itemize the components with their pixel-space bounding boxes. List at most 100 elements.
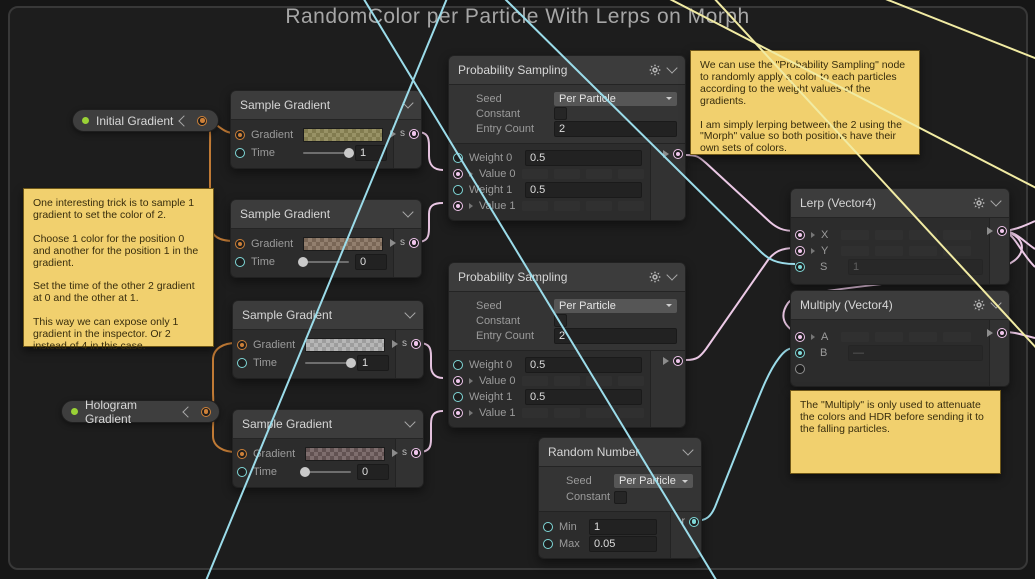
node-header[interactable]: Probability Sampling [449, 263, 685, 292]
seed-dropdown[interactable]: Per Particle [554, 92, 677, 106]
output-port[interactable] [689, 517, 699, 527]
gradient-input-port[interactable] [237, 449, 247, 459]
node-header[interactable]: Random Number [539, 438, 701, 467]
sample-output-port[interactable] [409, 238, 419, 248]
max-input-port[interactable] [543, 539, 553, 549]
chevron-down-icon[interactable] [990, 297, 1001, 308]
node-sample-gradient-2[interactable]: Sample Gradient Gradient Time 0 s [230, 199, 422, 278]
sample-output[interactable]: s [390, 128, 419, 139]
expand-arrow-icon[interactable] [469, 378, 473, 384]
chevron-left-icon[interactable] [179, 115, 190, 126]
output-port[interactable] [673, 149, 683, 159]
sticky-note-bottom-right[interactable]: The "Multiply" is only used to attenuate… [790, 390, 1001, 474]
weight1-field[interactable]: 0.5 [525, 389, 642, 405]
weight1-field[interactable]: 0.5 [525, 182, 642, 198]
weight0-input-port[interactable] [453, 153, 463, 163]
time-slider-handle[interactable] [298, 257, 308, 267]
sticky-note-top-right[interactable]: We can use the "Probability Sampling" no… [690, 50, 920, 155]
node-output[interactable] [663, 149, 683, 159]
node-multiply-vector4[interactable]: Multiply (Vector4) A B — [790, 290, 1010, 387]
node-probability-sampling-1[interactable]: Probability Sampling Seed Per Particle C… [448, 55, 686, 221]
vfx-graph-canvas[interactable]: RandomColor per Particle With Lerps on M… [0, 0, 1035, 579]
time-slider-handle[interactable] [344, 148, 354, 158]
gear-icon[interactable] [649, 271, 661, 283]
weight0-field[interactable]: 0.5 [525, 357, 642, 373]
seed-dropdown[interactable]: Per Particle [614, 474, 693, 488]
time-input-port[interactable] [235, 148, 245, 158]
entry-count-field[interactable]: 2 [554, 121, 677, 137]
gradient-input-port[interactable] [235, 239, 245, 249]
sample-output[interactable]: s [392, 447, 421, 458]
gradient-output-port[interactable] [197, 116, 207, 126]
node-probability-sampling-2[interactable]: Probability Sampling Seed Per Particle C… [448, 262, 686, 428]
node-header[interactable]: Sample Gradient [231, 91, 421, 120]
time-value-field[interactable]: 0 [357, 464, 389, 480]
value1-input-port[interactable] [453, 201, 463, 211]
node-header[interactable]: Multiply (Vector4) [791, 291, 1009, 320]
x-input-port[interactable] [795, 230, 805, 240]
node-output[interactable]: r [682, 516, 699, 527]
value0-input-port[interactable] [453, 169, 463, 179]
time-input-port[interactable] [237, 467, 247, 477]
property-pill-initial-gradient[interactable]: Initial Gradient [72, 109, 219, 132]
chevron-down-icon[interactable] [990, 195, 1001, 206]
weight0-field[interactable]: 0.5 [525, 150, 642, 166]
node-header[interactable]: Lerp (Vector4) [791, 189, 1009, 218]
gradient-preview[interactable] [303, 237, 383, 251]
gradient-preview[interactable] [305, 447, 385, 461]
chevron-down-icon[interactable] [682, 444, 693, 455]
b-input-port[interactable] [795, 348, 805, 358]
sticky-note-left[interactable]: One interesting trick is to sample 1 gra… [23, 188, 214, 347]
seed-dropdown[interactable]: Per Particle [554, 299, 677, 313]
expand-arrow-icon[interactable] [811, 232, 815, 238]
output-port[interactable] [997, 226, 1007, 236]
output-port[interactable] [997, 328, 1007, 338]
chevron-down-icon[interactable] [666, 269, 677, 280]
node-sample-gradient-4[interactable]: Sample Gradient Gradient Time 0 s [232, 409, 424, 488]
extra-input-port[interactable] [795, 364, 805, 374]
chevron-down-icon[interactable] [404, 416, 415, 427]
time-slider[interactable] [305, 471, 351, 473]
node-sample-gradient-3[interactable]: Sample Gradient Gradient Time 1 s [232, 300, 424, 379]
time-slider[interactable] [303, 152, 349, 154]
node-output[interactable] [987, 328, 1007, 338]
node-random-number[interactable]: Random Number Seed Per Particle Constant… [538, 437, 702, 559]
node-sample-gradient-1[interactable]: Sample Gradient Gradient Time 1 s [230, 90, 422, 169]
node-output[interactable] [663, 356, 683, 366]
gradient-input-port[interactable] [235, 130, 245, 140]
node-lerp-vector4[interactable]: Lerp (Vector4) X Y S 1 [790, 188, 1010, 285]
gradient-preview[interactable] [305, 338, 385, 352]
expand-arrow-icon[interactable] [811, 248, 815, 254]
chevron-down-icon[interactable] [666, 62, 677, 73]
time-slider[interactable] [303, 261, 349, 263]
a-input-port[interactable] [795, 332, 805, 342]
time-input-port[interactable] [235, 257, 245, 267]
entry-count-field[interactable]: 2 [554, 328, 677, 344]
time-slider-handle[interactable] [300, 467, 310, 477]
time-slider-handle[interactable] [346, 358, 356, 368]
constant-checkbox[interactable] [554, 314, 567, 327]
output-port[interactable] [673, 356, 683, 366]
chevron-down-icon[interactable] [402, 206, 413, 217]
sample-output[interactable]: s [390, 237, 419, 248]
weight1-input-port[interactable] [453, 185, 463, 195]
value1-input-port[interactable] [453, 408, 463, 418]
weight0-input-port[interactable] [453, 360, 463, 370]
gradient-preview[interactable] [303, 128, 383, 142]
min-field[interactable]: 1 [589, 519, 657, 535]
gradient-input-port[interactable] [237, 340, 247, 350]
chevron-left-icon[interactable] [182, 406, 193, 417]
node-output[interactable] [987, 226, 1007, 236]
expand-arrow-icon[interactable] [811, 334, 815, 340]
expand-arrow-icon[interactable] [469, 203, 473, 209]
min-input-port[interactable] [543, 522, 553, 532]
gear-icon[interactable] [649, 64, 661, 76]
gradient-output-port[interactable] [201, 407, 211, 417]
s-input-port[interactable] [795, 262, 805, 272]
constant-checkbox[interactable] [554, 107, 567, 120]
time-value-field[interactable]: 1 [355, 145, 387, 161]
property-pill-hologram-gradient[interactable]: Hologram Gradient [61, 400, 220, 423]
node-header[interactable]: Probability Sampling [449, 56, 685, 85]
time-value-field[interactable]: 0 [355, 254, 387, 270]
gear-icon[interactable] [973, 299, 985, 311]
